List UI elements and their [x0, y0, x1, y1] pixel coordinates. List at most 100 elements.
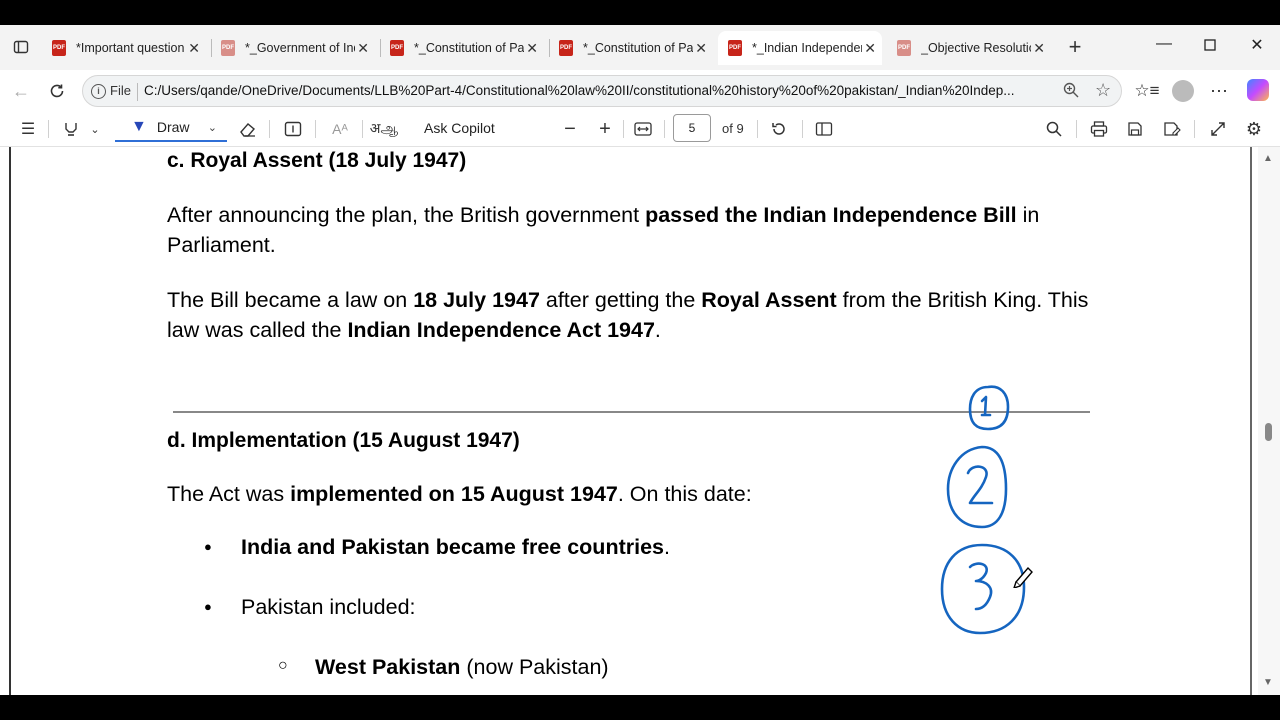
- save-as-icon[interactable]: [1161, 118, 1183, 140]
- close-window-button[interactable]: ✕: [1244, 35, 1270, 57]
- pdf-file-icon: PDF: [728, 40, 742, 56]
- fit-width-icon[interactable]: [632, 118, 654, 140]
- tab-close-icon[interactable]: ✕: [357, 40, 369, 57]
- toolbar-divider: [1194, 120, 1195, 138]
- bold-text: 18 July 1947: [413, 288, 540, 312]
- pdf-file-icon: PDF: [559, 40, 573, 56]
- search-icon[interactable]: [1043, 118, 1065, 140]
- tab-close-icon[interactable]: ✕: [864, 40, 876, 57]
- minimize-button[interactable]: —: [1151, 35, 1177, 57]
- page-number-input[interactable]: 5: [673, 114, 711, 142]
- refresh-button[interactable]: [46, 80, 68, 102]
- ink-number-1: [980, 395, 992, 417]
- toolbar-divider: [664, 120, 665, 138]
- url-text[interactable]: C:/Users/qande/OneDrive/Documents/LLB%20…: [144, 83, 1059, 98]
- pen-cursor-icon: [1013, 566, 1033, 588]
- scroll-down-arrow-icon[interactable]: ▼: [1263, 677, 1273, 688]
- copilot-icon[interactable]: [1247, 79, 1269, 101]
- vertical-scrollbar[interactable]: [1258, 147, 1280, 695]
- tab-close-icon[interactable]: ✕: [526, 40, 538, 57]
- tab-title: _Objective Resolution: [921, 41, 1031, 55]
- pdf-page: c. Royal Assent (18 July 1947) After ann…: [0, 147, 1250, 695]
- tab-4[interactable]: PDF *_Constitution of Pakistan✕: [549, 31, 713, 65]
- ink-number-2: [966, 465, 994, 505]
- contents-list-icon[interactable]: ☰: [17, 118, 39, 140]
- draw-label: Draw: [156, 119, 190, 135]
- info-icon[interactable]: i: [91, 84, 106, 99]
- zoom-icon[interactable]: [1063, 82, 1079, 103]
- section-heading-royal-assent: c. Royal Assent (18 July 1947): [167, 149, 467, 172]
- read-aloud-icon[interactable]: Aᴬ: [328, 118, 352, 140]
- highlight-chevron-down-icon[interactable]: ⌄: [88, 118, 102, 140]
- pdf-file-icon: PDF: [390, 40, 404, 56]
- scroll-thumb[interactable]: [1265, 423, 1272, 441]
- back-button[interactable]: ←: [10, 80, 32, 102]
- tab-6[interactable]: PDF _Objective Resolution ✕: [887, 31, 1051, 65]
- tab-title: *_Indian Independence: [752, 41, 862, 55]
- tab-close-icon[interactable]: ✕: [188, 40, 200, 57]
- toolbar-divider: [48, 120, 49, 138]
- bold-text: implemented on 15 August 1947: [290, 482, 618, 506]
- translate-icon[interactable]: अஆ: [370, 118, 398, 140]
- tab-close-icon[interactable]: ✕: [1033, 40, 1045, 57]
- draw-button[interactable]: ▼ Draw ⌄: [115, 114, 227, 142]
- ask-copilot-button[interactable]: Ask Copilot: [424, 120, 495, 136]
- text-run: .: [664, 535, 670, 559]
- favorite-star-icon[interactable]: ☆: [1095, 80, 1111, 101]
- bold-text: India and Pakistan became free countries: [241, 535, 664, 559]
- browser-window: PDF *Important question ✕ PDF *_Government o…: [0, 25, 1280, 695]
- tab-2[interactable]: PDF *_Government of India✕: [211, 31, 375, 65]
- page-total: of 9: [722, 121, 744, 136]
- paragraph-bill-passed: After announcing the plan, the British g…: [167, 201, 1107, 260]
- rotate-icon[interactable]: [768, 118, 790, 140]
- profile-avatar[interactable]: [1172, 80, 1194, 102]
- tab-3[interactable]: PDF *_Constitution of Pakistan✕: [380, 31, 544, 65]
- pdf-file-icon: PDF: [221, 40, 235, 56]
- ink-annotations[interactable]: [930, 377, 1050, 637]
- expand-icon[interactable]: [1207, 118, 1229, 140]
- ink-circle-3: [940, 543, 1026, 635]
- more-menu-icon[interactable]: ⋯: [1208, 80, 1230, 102]
- pdf-file-icon: PDF: [897, 40, 911, 56]
- address-bar[interactable]: i File C:/Users/qande/OneDrive/Documents…: [82, 75, 1122, 107]
- maximize-button[interactable]: [1197, 35, 1223, 57]
- bullet-marker: ●: [204, 599, 212, 614]
- tab-5[interactable]: PDF *_Indian Independence✕: [718, 31, 882, 65]
- pdf-toolbar: ☰ ⌄ ▼ Draw ⌄ Aᴬ अஆ Ask Copilot − + 5 of …: [0, 112, 1280, 147]
- scheme-label: File: [110, 83, 131, 98]
- text-run: . On this date:: [617, 482, 752, 506]
- text-run: The Act was: [167, 482, 291, 506]
- toolbar-divider: [757, 120, 758, 138]
- tab-separator: [380, 39, 381, 57]
- bold-text: West Pakistan: [315, 655, 461, 679]
- toolbar-divider: [315, 120, 316, 138]
- toolbar-divider: [802, 120, 803, 138]
- bullet-free-countries: India and Pakistan became free countries…: [241, 535, 670, 560]
- section-heading-implementation: d. Implementation (15 August 1947): [167, 429, 520, 452]
- draw-pen-icon: ▼: [131, 118, 147, 135]
- toolbar-divider: [269, 120, 270, 138]
- text-box-icon[interactable]: [282, 118, 304, 140]
- draw-chevron-down-icon[interactable]: ⌄: [208, 121, 217, 134]
- tab-1[interactable]: PDF *Important question ✕: [42, 31, 206, 65]
- ink-circle-2: [946, 445, 1008, 529]
- bold-text: passed the Indian Independence Bill: [645, 203, 1017, 227]
- tab-close-icon[interactable]: ✕: [695, 40, 707, 57]
- subbullet-west-pakistan: West Pakistan (now Pakistan): [315, 655, 609, 680]
- tab-actions-icon[interactable]: [10, 36, 32, 58]
- zoom-in-button[interactable]: +: [596, 118, 614, 140]
- print-icon[interactable]: [1088, 118, 1110, 140]
- save-icon[interactable]: [1124, 118, 1146, 140]
- bold-text: Indian Independence Act 1947: [347, 317, 655, 342]
- address-bar-row: ← i File C:/Users/qande/OneDrive/Documen…: [0, 70, 1280, 112]
- scroll-up-arrow-icon[interactable]: ▲: [1263, 153, 1273, 164]
- new-tab-button[interactable]: +: [1064, 34, 1086, 59]
- page-view-icon[interactable]: [813, 118, 835, 140]
- favorites-icon[interactable]: ☆≡: [1134, 80, 1159, 102]
- zoom-out-button[interactable]: −: [561, 118, 579, 140]
- highlight-icon[interactable]: [60, 118, 82, 140]
- settings-gear-icon[interactable]: ⚙: [1243, 118, 1265, 140]
- pdf-viewer[interactable]: c. Royal Assent (18 July 1947) After ann…: [0, 147, 1280, 695]
- page-right-edge: [1250, 147, 1252, 695]
- eraser-icon[interactable]: [237, 118, 259, 140]
